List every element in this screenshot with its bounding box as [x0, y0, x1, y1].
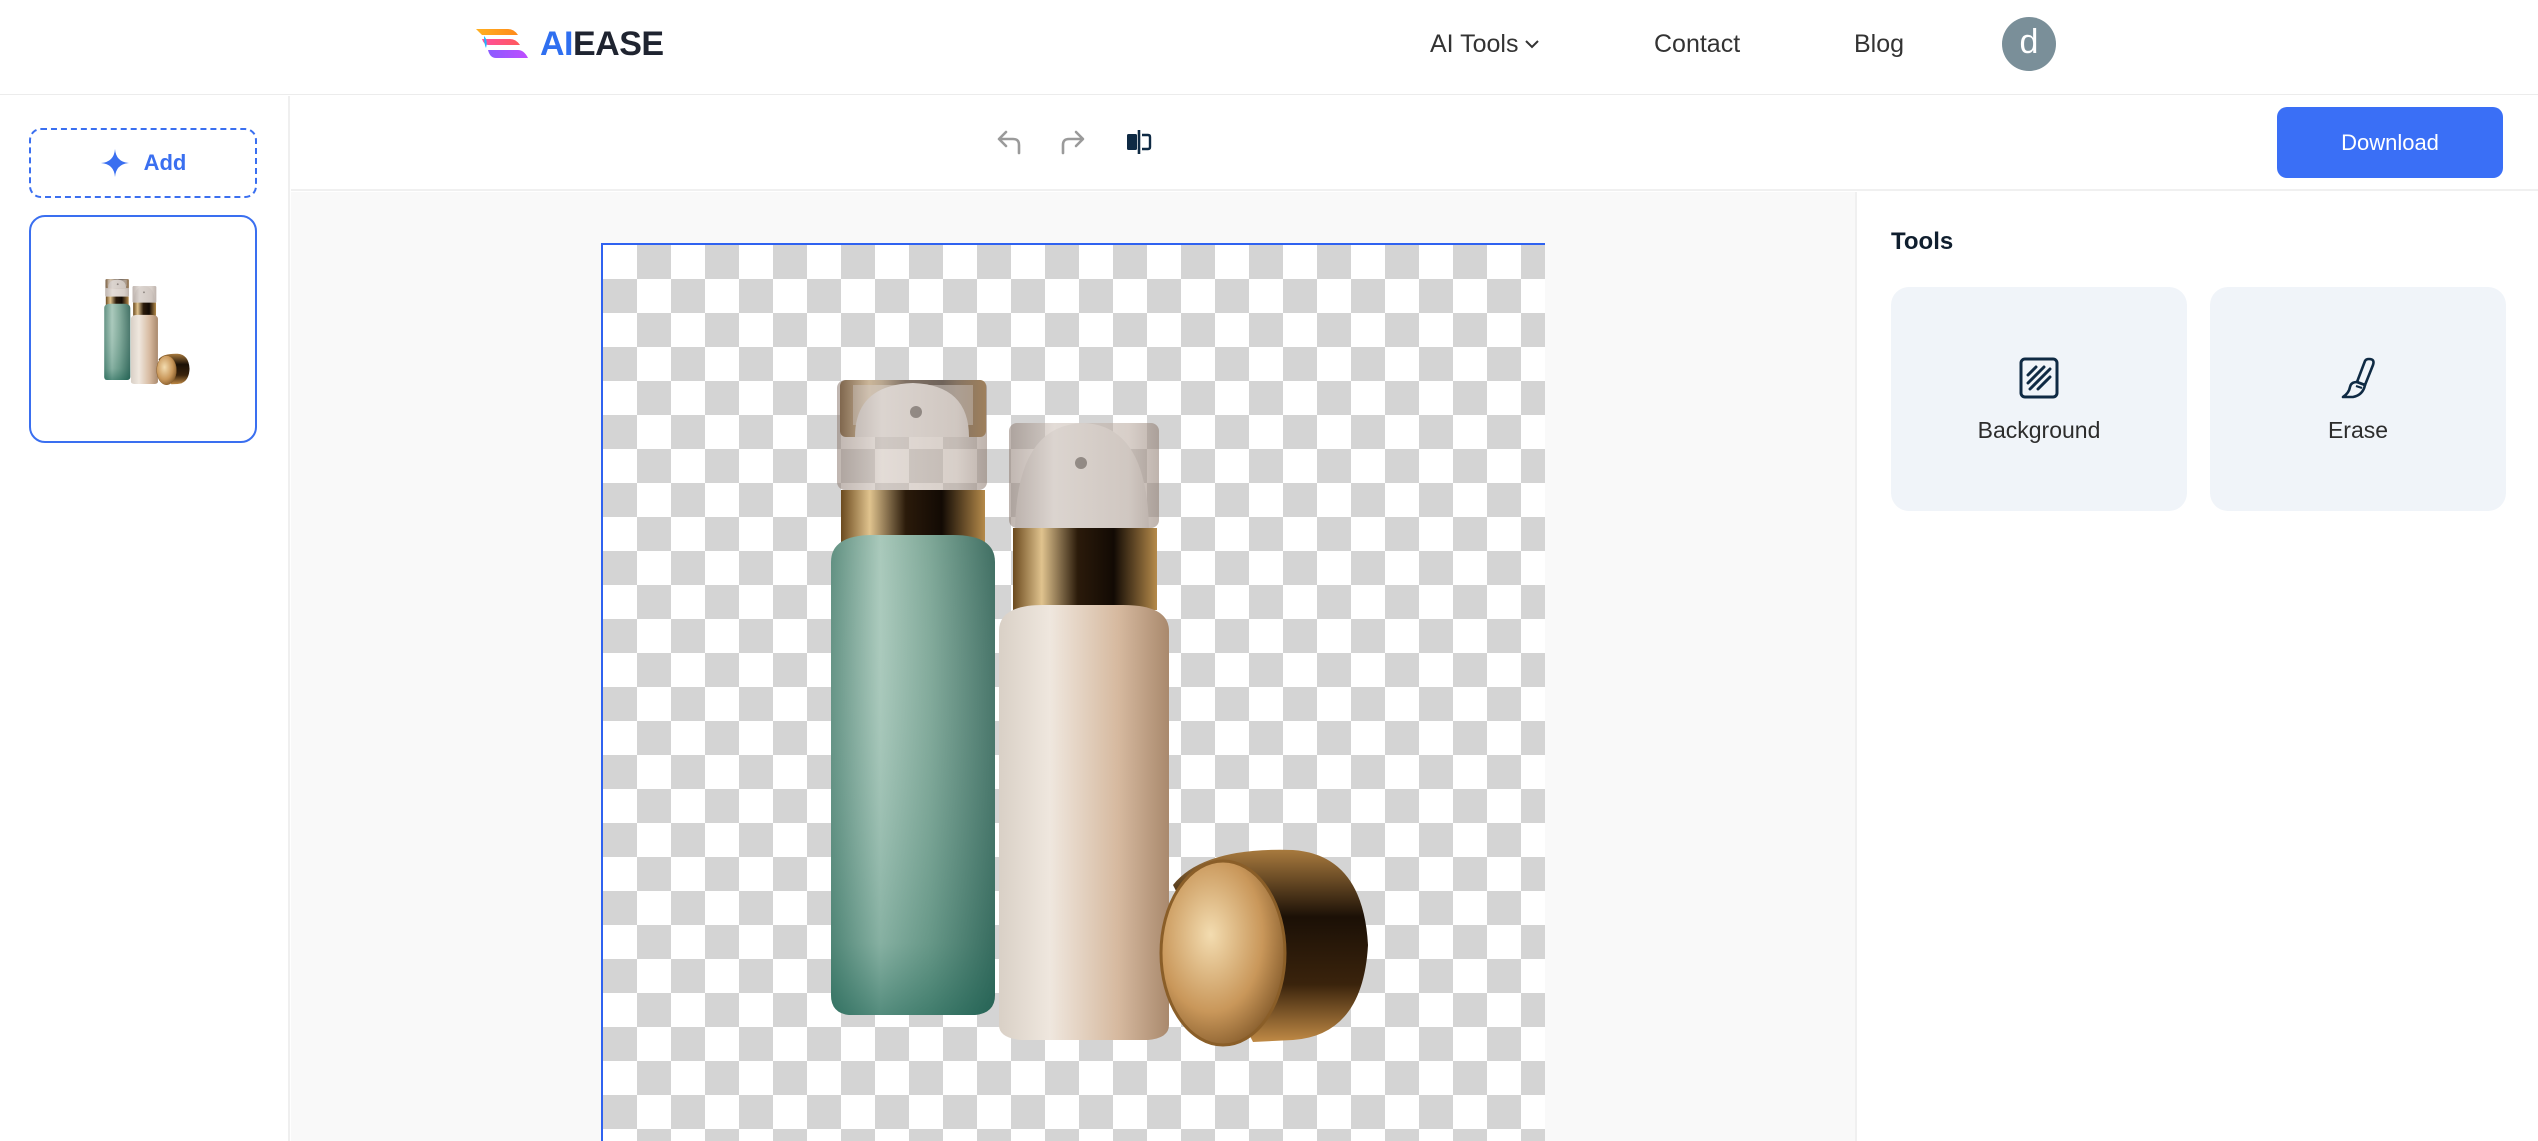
aiease-logo[interactable]: AIEASE — [474, 24, 664, 64]
nav-blog-label: Blog — [1854, 29, 1905, 58]
tool-background[interactable]: Background — [1891, 287, 2187, 511]
compare-button[interactable] — [1121, 124, 1157, 160]
chevron-down-icon — [1525, 40, 1540, 49]
user-avatar[interactable]: d — [2002, 17, 2056, 71]
add-button-label: Add — [143, 150, 187, 175]
nav-ai-tools-label: AI Tools — [1430, 29, 1519, 58]
tool-erase[interactable]: Erase — [2210, 287, 2506, 511]
add-image-button[interactable]: Add — [29, 128, 257, 198]
nav-blog[interactable]: Blog — [1854, 0, 1904, 88]
brush-icon — [2341, 357, 2375, 398]
top-navigation-bar: AIEASE AI Tools Contact Blog d — [0, 0, 2538, 95]
logo-mark-icon — [476, 29, 528, 58]
compare-icon — [1127, 130, 1152, 154]
tools-panel: Tools Background Erase — [1855, 192, 2538, 1141]
image-thumbnail[interactable] — [29, 215, 257, 443]
download-button[interactable]: Download — [2277, 107, 2503, 178]
logo-text: AIEASE — [540, 24, 664, 63]
image-list-sidebar: Add — [0, 96, 290, 1141]
product-image — [831, 380, 1368, 1047]
background-icon — [2019, 357, 2059, 398]
thumbnail-product-image — [103, 278, 190, 386]
canvas-workarea — [291, 192, 1855, 1141]
editor-toolbar — [291, 96, 2538, 191]
undo-button[interactable] — [991, 124, 1027, 160]
tool-background-label: Background — [1977, 416, 2101, 443]
redo-button[interactable] — [1055, 124, 1091, 160]
image-canvas[interactable] — [601, 243, 1545, 1141]
tools-title: Tools — [1891, 228, 1954, 255]
undo-icon — [997, 130, 1021, 155]
nav-ai-tools[interactable]: AI Tools — [1430, 0, 1540, 88]
redo-icon — [1061, 130, 1085, 155]
tool-erase-label: Erase — [2327, 416, 2389, 443]
nav-contact[interactable]: Contact — [1654, 0, 1740, 88]
sparkle-plus-icon — [100, 149, 129, 177]
nav-contact-label: Contact — [1654, 29, 1741, 58]
